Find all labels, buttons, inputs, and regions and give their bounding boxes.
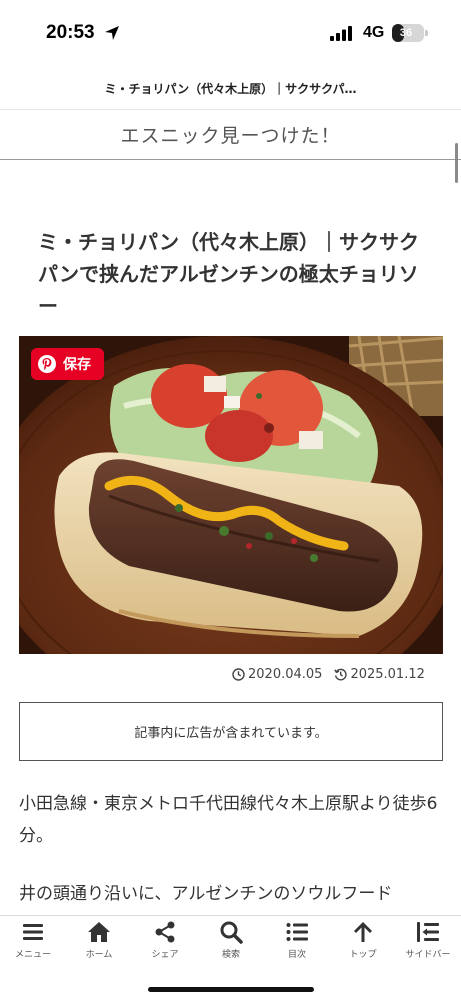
scrollbar[interactable]: [455, 143, 458, 183]
url-title: ミ・チョリパン（代々木上原）｜サクサクパ…: [104, 82, 357, 96]
pinterest-icon: [38, 355, 56, 373]
home-indicator[interactable]: [148, 987, 314, 992]
location-arrow-icon: [105, 26, 119, 40]
menu-icon: [23, 924, 43, 940]
sidebar-icon: [417, 922, 439, 942]
pinterest-save-button[interactable]: 保存: [31, 348, 104, 380]
toc-icon: [286, 923, 308, 941]
site-header[interactable]: エスニック見ーつけた！: [0, 110, 461, 160]
nav-label: ホーム: [85, 950, 113, 960]
nav-label: 目次: [287, 950, 306, 960]
battery-cap: [425, 30, 428, 36]
nav-sidebar-button[interactable]: サイドバー: [395, 920, 461, 968]
updated-date: 2025.01.12: [350, 667, 425, 682]
status-bar: 20:53 4G 36: [0, 0, 461, 68]
cellular-signal-icon: [330, 26, 352, 41]
choripan-photo: [19, 336, 443, 654]
ad-notice-box: 記事内に広告が含まれています。: [19, 702, 443, 761]
nav-toc-button[interactable]: 目次: [264, 920, 330, 968]
article-paragraph: 小田急線・東京メトロ千代田線代々木上原駅より徒歩6分。: [19, 794, 438, 846]
nav-label: 検索: [221, 950, 240, 960]
article-hero-image: [19, 336, 443, 654]
ad-notice: 記事内に広告が含まれています。: [134, 726, 328, 741]
home-icon: [88, 922, 110, 942]
updated-date-group: 2025.01.12: [334, 667, 425, 682]
browser-url-bar[interactable]: ミ・チョリパン（代々木上原）｜サクサクパ…: [0, 68, 461, 110]
nav-label: トップ: [349, 950, 377, 960]
article-dates: 2020.04.05 2025.01.12: [232, 667, 432, 682]
clock-icon: [232, 668, 245, 681]
search-icon: [220, 921, 243, 944]
nav-top-button[interactable]: トップ: [330, 920, 396, 968]
nav-share-button[interactable]: シェア: [132, 920, 198, 968]
nav-home-button[interactable]: ホーム: [66, 920, 132, 968]
share-icon: [155, 921, 175, 943]
nav-menu-button[interactable]: メニュー: [0, 920, 66, 968]
article-paragraph: 井の頭通り沿いに、アルゼンチンのソウルフード: [19, 884, 393, 904]
nav-label: メニュー: [14, 950, 51, 960]
network-type: 4G: [363, 24, 385, 41]
status-time: 20:53: [46, 22, 95, 43]
published-date: 2020.04.05: [248, 667, 323, 682]
article-title: ミ・チョリパン（代々木上原）｜サクサクパンで挟んだアルゼンチンの極太チョリソー: [38, 230, 419, 318]
nav-label: シェア: [151, 950, 179, 960]
battery-percent: 36: [399, 27, 413, 39]
nav-search-button[interactable]: 検索: [198, 920, 264, 968]
published-date-group: 2020.04.05: [232, 667, 322, 682]
battery-icon: 36: [392, 24, 424, 42]
nav-label: サイドバー: [405, 950, 451, 960]
site-title[interactable]: エスニック見ーつけた！: [120, 121, 340, 148]
save-label: 保存: [63, 357, 91, 373]
arrow-up-icon: [354, 922, 372, 942]
history-icon: [334, 668, 347, 681]
